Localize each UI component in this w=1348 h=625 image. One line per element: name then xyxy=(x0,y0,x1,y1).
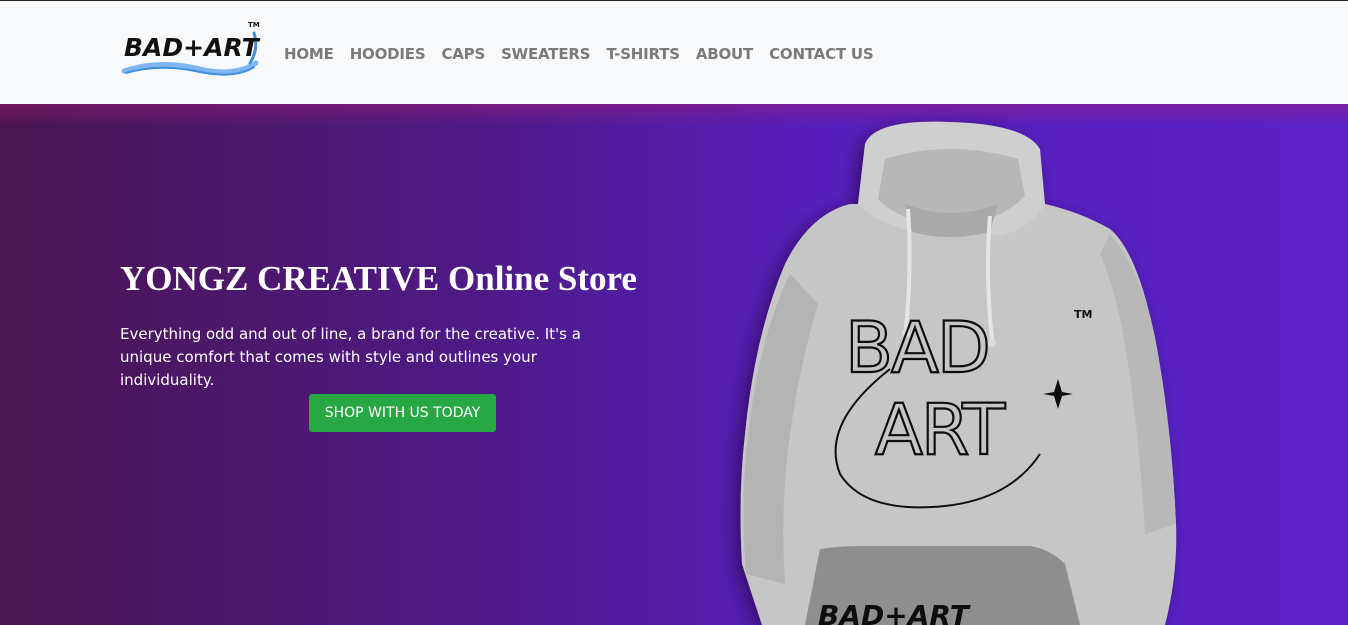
shop-now-button[interactable]: SHOP WITH US TODAY xyxy=(309,394,496,432)
logo-trademark: TM xyxy=(248,21,260,29)
nav-item-t-shirts[interactable]: T-SHIRTS xyxy=(606,45,680,63)
nav-item-caps[interactable]: CAPS xyxy=(441,45,485,63)
brand-logo[interactable]: BAD+ART TM xyxy=(120,19,262,81)
nav-item-sweaters[interactable]: SWEATERS xyxy=(501,45,590,63)
hoodie-pocket-text: BAD+ART xyxy=(818,599,971,625)
hoodie-print-line2: ART xyxy=(875,389,1005,471)
hero-description: Everything odd and out of line, a brand … xyxy=(120,325,581,389)
hoodie-icon: BAD ART TM BAD+ART xyxy=(740,121,1177,625)
navbar: BAD+ART TM HOME HOODIES CAPS SWEATERS T-… xyxy=(0,1,1348,104)
nav-item-contact-us[interactable]: CONTACT US xyxy=(769,45,874,63)
logo-text: BAD+ART xyxy=(124,33,261,62)
hoodie-print-line1: BAD xyxy=(845,307,989,389)
nav-item-home[interactable]: HOME xyxy=(284,45,334,63)
hoodie-print-trademark: TM xyxy=(1074,308,1092,321)
hero-title: YONGZ CREATIVE Online Store xyxy=(120,259,637,298)
logo-graphic: BAD+ART TM xyxy=(121,21,261,76)
nav-item-about[interactable]: ABOUT xyxy=(696,45,753,63)
hero-section: YONGZ CREATIVE Online Store Everything o… xyxy=(0,104,1348,625)
main-nav: HOME HOODIES CAPS SWEATERS T-SHIRTS ABOU… xyxy=(284,45,890,63)
nav-item-hoodies[interactable]: HOODIES xyxy=(350,45,426,63)
